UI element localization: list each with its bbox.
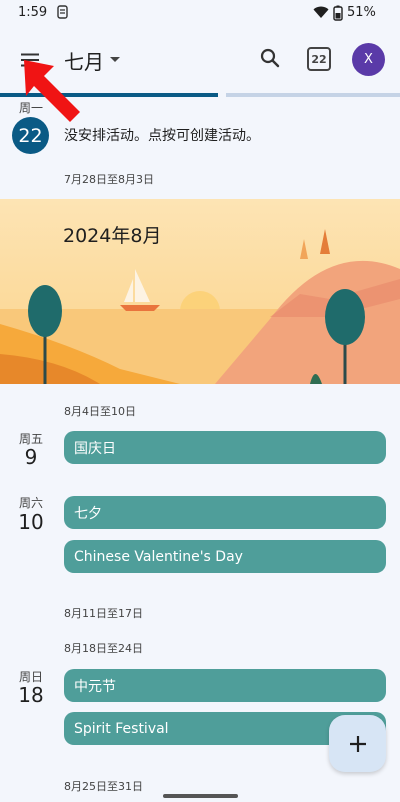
chevron-down-icon[interactable]	[110, 57, 120, 62]
plus-icon	[349, 735, 366, 752]
week-range-label: 8月18日至24日	[64, 642, 143, 655]
week-range-label: 8月4日至10日	[64, 405, 136, 418]
event-chip[interactable]: 中元节	[64, 669, 386, 702]
gesture-nav-handle[interactable]	[163, 794, 238, 798]
app-notification-icon	[57, 5, 68, 19]
day-number: 10	[18, 510, 44, 534]
week-range-label: 8月25日至31日	[64, 780, 143, 793]
month-banner-illustration	[0, 199, 400, 384]
day-weekday: 周六	[18, 496, 43, 510]
event-chip[interactable]: Chinese Valentine's Day	[64, 540, 386, 573]
account-avatar[interactable]: X	[352, 43, 385, 76]
event-chip[interactable]: 七夕	[64, 496, 386, 529]
day-number: 9	[24, 445, 38, 469]
wifi-icon	[313, 6, 329, 18]
annotation-arrow-icon	[24, 60, 80, 122]
status-bar: 1:59 51%	[0, 0, 400, 28]
event-chip[interactable]: 国庆日	[64, 431, 386, 464]
week-range-label: 8月11日至17日	[64, 607, 143, 620]
week-range-label: 7月28日至8月3日	[64, 173, 154, 186]
day-number: 18	[18, 683, 44, 707]
today-button[interactable]: 22	[307, 47, 331, 71]
search-icon[interactable]	[256, 44, 284, 72]
battery-percent: 51%	[347, 5, 376, 20]
status-time: 1:59	[18, 5, 48, 20]
scroll-indicator-track	[226, 93, 400, 97]
battery-icon	[333, 5, 343, 21]
month-banner-title: 2024年8月	[63, 225, 162, 247]
create-event-button[interactable]	[329, 715, 386, 772]
